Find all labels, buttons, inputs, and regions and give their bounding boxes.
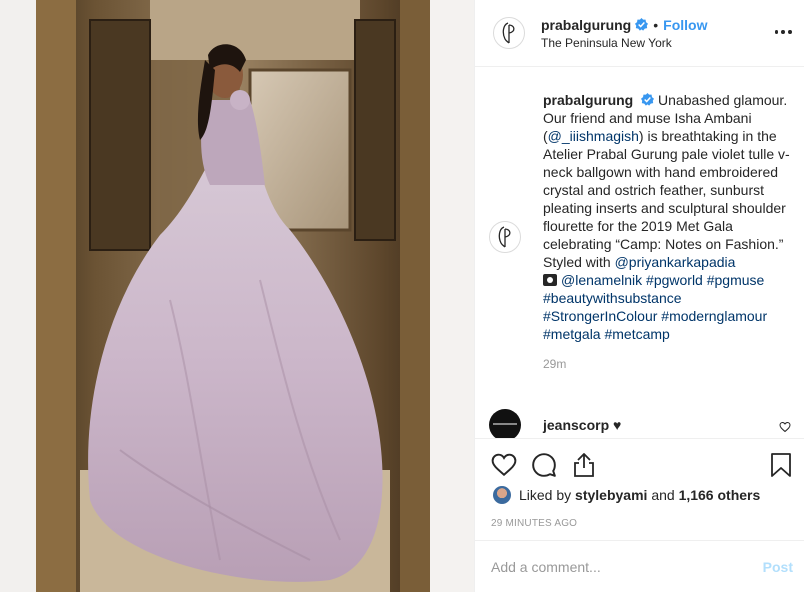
mention-link[interactable]: @priyankarkapadia — [615, 254, 736, 270]
comment-row: jeanscorp ♥ — [489, 409, 791, 438]
header-separator: • — [653, 16, 659, 33]
photo-illustration — [0, 0, 474, 592]
action-bar — [475, 438, 804, 490]
profile-avatar[interactable] — [493, 17, 525, 49]
comment-input[interactable] — [491, 558, 741, 575]
caption-comment: prabalgurung Unabashed glamour. Our frie… — [475, 67, 804, 373]
likes-summary: Liked by stylebyami and 1,166 others — [493, 486, 760, 504]
comment-text: ♥ — [613, 417, 622, 433]
like-comment-heart-icon[interactable] — [779, 421, 791, 433]
prabal-gurung-logo — [502, 22, 515, 44]
header-username[interactable]: prabalgurung — [541, 17, 631, 33]
more-options-icon[interactable] — [773, 22, 793, 42]
caption-time[interactable]: 29m — [543, 355, 791, 373]
commenter-username[interactable]: jeanscorp — [543, 417, 609, 433]
comment-bubble-icon[interactable] — [531, 452, 557, 478]
commenter-avatar[interactable] — [489, 409, 521, 438]
comments-section: prabalgurung Unabashed glamour. Our frie… — [475, 67, 804, 438]
camera-emoji-icon — [543, 274, 557, 286]
likes-count[interactable]: 1,166 others — [679, 487, 761, 503]
post-comment-button[interactable]: Post — [763, 559, 793, 575]
follow-button[interactable]: Follow — [663, 17, 707, 33]
post-header: prabalgurung • Follow The Peninsula New … — [475, 0, 804, 67]
share-icon[interactable] — [571, 452, 597, 478]
liker-username[interactable]: stylebyami — [575, 487, 647, 503]
verified-badge-icon — [641, 93, 655, 106]
liker-avatar[interactable] — [493, 486, 511, 504]
post-photo[interactable] — [0, 0, 474, 592]
likes-and: and — [651, 487, 675, 503]
caption-body-2: ) is breathtaking in the Atelier Prabal … — [543, 128, 790, 270]
add-comment-bar: Post — [475, 540, 804, 592]
caption-text: prabalgurung Unabashed glamour. Our frie… — [543, 91, 791, 373]
like-heart-icon[interactable] — [491, 452, 517, 478]
verified-badge-icon — [635, 18, 649, 31]
bookmark-icon[interactable] — [769, 452, 793, 478]
caption-username[interactable]: prabalgurung — [543, 92, 633, 108]
post-timestamp[interactable]: 29 MINUTES AGO — [491, 518, 577, 529]
prabal-gurung-logo — [498, 226, 511, 248]
location-link[interactable]: The Peninsula New York — [541, 36, 707, 50]
mention-link[interactable]: @_iiishmagish — [548, 128, 639, 144]
caption-avatar[interactable] — [489, 221, 521, 253]
instagram-post: prabalgurung • Follow The Peninsula New … — [0, 0, 804, 592]
mention-link[interactable]: @lenamelnik — [561, 272, 642, 288]
likes-prefix: Liked by — [519, 487, 572, 503]
post-side-panel: prabalgurung • Follow The Peninsula New … — [474, 0, 804, 592]
